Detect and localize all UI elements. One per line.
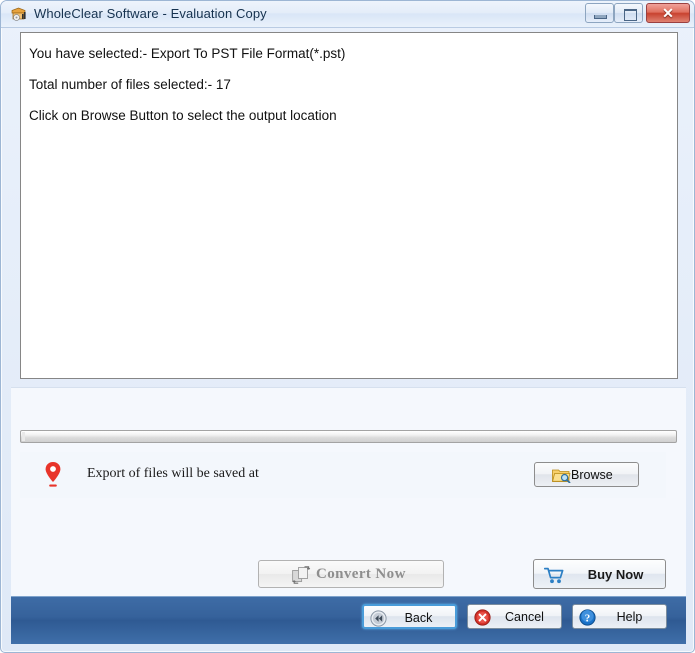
convert-now-label: Convert Now (316, 566, 406, 582)
question-mark-icon: ? (579, 609, 596, 626)
folder-search-icon (552, 467, 571, 484)
buy-now-label: Buy Now (587, 567, 644, 582)
title-bar: WholeClear Software - Evaluation Copy ✕ (1, 1, 694, 28)
help-button[interactable]: ? Help (572, 604, 667, 629)
close-button[interactable]: ✕ (646, 3, 690, 23)
browse-button-label: Browse (571, 468, 613, 482)
maximize-icon (624, 9, 637, 21)
back-button-label: Back (404, 611, 433, 625)
maximize-button[interactable] (614, 3, 643, 23)
cancel-button[interactable]: Cancel (467, 604, 562, 629)
minimize-icon (594, 15, 607, 19)
window-title: WholeClear Software - Evaluation Copy (34, 6, 267, 21)
application-window: WholeClear Software - Evaluation Copy ✕ … (0, 0, 695, 653)
cancel-button-label: Cancel (505, 610, 544, 624)
app-icon (10, 6, 27, 23)
progress-bar-fill (22, 432, 25, 441)
back-button[interactable]: Back (362, 604, 457, 629)
svg-text:?: ? (585, 612, 591, 624)
browse-button[interactable]: Browse (534, 462, 639, 487)
status-message-panel: You have selected:- Export To PST File F… (20, 32, 678, 379)
convert-pages-icon (292, 566, 312, 584)
file-count-text: Total number of files selected:- 17 (29, 77, 231, 92)
close-icon: ✕ (662, 5, 674, 21)
rewind-icon (370, 610, 387, 627)
minimize-button[interactable] (585, 3, 614, 23)
help-button-label: Help (616, 610, 643, 624)
buy-now-button[interactable]: Buy Now (533, 559, 666, 589)
progress-bar (20, 430, 677, 443)
output-location-label: Export of files will be saved at (87, 466, 259, 481)
shopping-cart-icon (543, 567, 566, 584)
location-pin-icon (44, 461, 62, 489)
browse-instruction-text: Click on Browse Button to select the out… (29, 108, 337, 123)
selected-format-text: You have selected:- Export To PST File F… (29, 46, 346, 61)
convert-now-button[interactable]: Convert Now (258, 560, 444, 588)
cancel-x-icon (474, 609, 491, 626)
